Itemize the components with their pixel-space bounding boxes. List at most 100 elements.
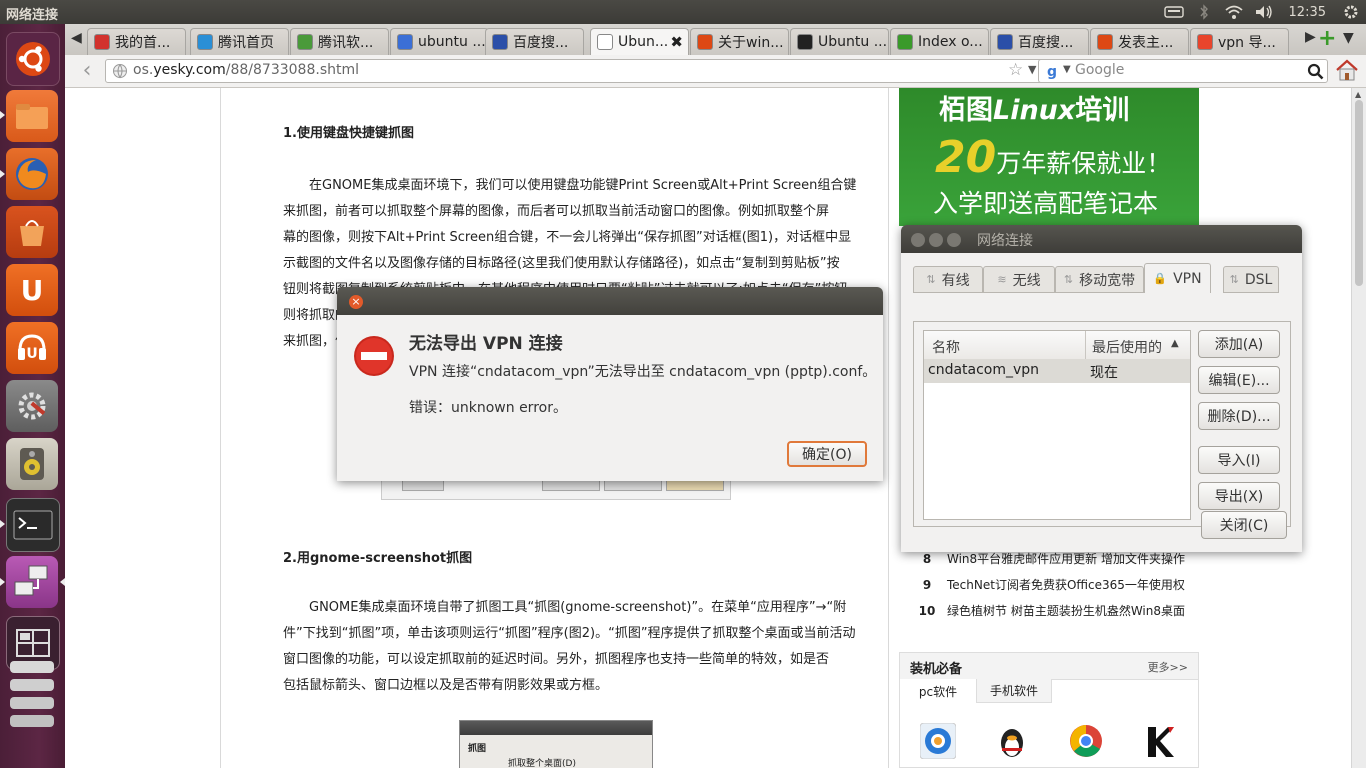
export-button[interactable]: 导出(X) — [1198, 482, 1280, 510]
tab-favicon-icon — [492, 34, 508, 50]
svg-text:U: U — [26, 346, 37, 362]
kaspersky-icon[interactable] — [1142, 723, 1178, 759]
google-search-engine-icon[interactable]: g — [1043, 62, 1061, 80]
page-scrollbar[interactable]: ▲ — [1351, 88, 1366, 768]
tab-wireless[interactable]: ≋ 无线 — [983, 266, 1055, 293]
keyboard-icon[interactable] — [1159, 0, 1189, 24]
import-button[interactable]: 导入(I) — [1198, 446, 1280, 474]
add-button[interactable]: 添加(A) — [1198, 330, 1280, 358]
power-gear-icon[interactable] — [1336, 0, 1366, 24]
tab-scroll-left-icon[interactable]: ◀ — [71, 30, 82, 46]
delete-button[interactable]: 删除(D)... — [1198, 402, 1280, 430]
column-header-last-used[interactable]: 最后使用的 — [1092, 337, 1162, 357]
close-dialog-icon[interactable]: × — [349, 295, 363, 309]
search-bar[interactable]: g ▼ Google — [1038, 59, 1328, 83]
minimize-window-icon[interactable] — [929, 233, 943, 247]
close-button[interactable]: 关闭(C) — [1201, 511, 1287, 539]
tab-list-chevron-down-icon[interactable]: ▼ — [1343, 30, 1354, 46]
tab-label: 发表主... — [1118, 35, 1174, 51]
url-text[interactable]: os.yesky.com/88/8733088.shtml — [133, 62, 359, 78]
browser-tab-bar: ◀ 我的首... 腾讯首页 腾讯软... ubuntu ... 百度搜... Ubun..… — [65, 24, 1366, 55]
maximize-window-icon[interactable] — [947, 233, 961, 247]
tab-12[interactable]: vpn 导... — [1190, 28, 1289, 55]
tab-4[interactable]: ubuntu ... — [390, 28, 489, 55]
bluetooth-icon[interactable] — [1189, 0, 1219, 24]
more-link[interactable]: 更多>> — [1148, 659, 1188, 675]
wifi-icon[interactable] — [1219, 0, 1249, 24]
ok-button[interactable]: 确定(O) — [787, 441, 867, 467]
software-center-icon[interactable] — [6, 206, 58, 258]
paragraph-line: 示截图的文件名以及图像存储的目标路径(这里我们使用默认存储路径)，如点击“复制到… — [283, 256, 840, 271]
panel-title: 装机必备 — [910, 662, 963, 677]
ranking-item[interactable]: 10 绿色植树节 树苗主题装扮生机盎然Win8桌面 — [907, 602, 1197, 619]
new-tab-plus-icon[interactable]: + — [1318, 26, 1336, 51]
ubuntu-one-music-icon[interactable]: U — [6, 322, 58, 374]
tab-pc-software[interactable]: pc软件 — [900, 679, 977, 703]
ubuntu-one-icon[interactable]: U — [6, 264, 58, 316]
advertisement-banner[interactable]: 栢图Linux培训 20万年薪保就业！ 入学即送高配笔记本 — [899, 88, 1199, 226]
tab-favicon-icon — [297, 34, 313, 50]
volume-icon[interactable] — [1249, 0, 1279, 24]
trash-stack-icon[interactable] — [6, 661, 58, 727]
tab-scroll-right-icon[interactable]: ▶ — [1305, 29, 1316, 45]
search-engine-chevron-down-icon[interactable]: ▼ — [1063, 64, 1071, 75]
clock[interactable]: 12:35 — [1279, 0, 1336, 24]
window-titlebar[interactable]: 网络连接 — [901, 225, 1302, 253]
terminal-icon[interactable] — [6, 498, 60, 552]
ranking-title[interactable]: 绿色植树节 树苗主题装扮生机盎然Win8桌面 — [947, 604, 1185, 618]
tab-favicon-icon — [897, 34, 913, 50]
bookmark-star-icon[interactable]: ☆ — [1008, 60, 1023, 80]
tab-dsl[interactable]: ⇅ DSL — [1223, 266, 1279, 293]
network-connections-icon[interactable] — [6, 556, 58, 608]
qq-penguin-icon[interactable] — [994, 723, 1030, 759]
ranking-item[interactable]: 8 Win8平台雅虎邮件应用更新 增加文件夹操作 — [907, 550, 1197, 567]
tab-favicon-icon — [1097, 34, 1113, 50]
dash-home-ubuntu-icon[interactable] — [6, 32, 60, 86]
connection-list[interactable]: 名称 最后使用的 ▲ cndatacom_vpn 现在 — [923, 330, 1191, 520]
lock-icon: 🔒 — [1153, 272, 1168, 285]
tab-9[interactable]: Index o... — [890, 28, 989, 55]
dialog-titlebar[interactable]: × — [337, 287, 883, 315]
close-tab-icon[interactable]: ✖ — [670, 33, 683, 51]
tab-label: 移动宽带 — [1079, 272, 1136, 289]
dialog-heading: 无法导出 VPN 连接 — [409, 334, 563, 354]
close-window-icon[interactable] — [911, 233, 925, 247]
back-arrow-icon[interactable]: ‹ — [75, 57, 99, 83]
column-header-name[interactable]: 名称 — [932, 337, 960, 357]
svg-text:g: g — [1047, 64, 1057, 80]
tab-vpn[interactable]: 🔒 VPN — [1144, 263, 1211, 293]
player-app-icon[interactable] — [920, 723, 956, 759]
paragraph-line: 在GNOME集成桌面环境下，我们可以使用键盘功能键Print Screen或Al… — [309, 178, 857, 193]
tab-7[interactable]: 关于win... — [690, 28, 789, 55]
tab-5[interactable]: 百度搜... — [485, 28, 584, 55]
ranking-item[interactable]: 9 TechNet订阅者免费获Office365一年使用权 — [907, 576, 1197, 593]
tab-1[interactable]: 我的首... — [87, 28, 186, 55]
tab-mobile-software[interactable]: 手机软件 — [977, 679, 1052, 703]
chrome-icon[interactable] — [1068, 723, 1104, 759]
scrollbar-thumb[interactable] — [1355, 100, 1363, 286]
ranking-title[interactable]: Win8平台雅虎邮件应用更新 增加文件夹操作 — [947, 552, 1185, 566]
home-page-icon[interactable] — [1334, 58, 1360, 82]
magnifier-search-icon[interactable] — [1307, 63, 1324, 80]
url-bar[interactable]: os.yesky.com/88/8733088.shtml ☆ ▼ — [105, 59, 1095, 83]
tab-11[interactable]: 发表主... — [1090, 28, 1189, 55]
tab-label: 腾讯软... — [318, 35, 374, 51]
tab-2[interactable]: 腾讯首页 — [190, 28, 289, 55]
scroll-up-icon[interactable]: ▲ — [1355, 90, 1361, 99]
tab-wired[interactable]: ⇅ 有线 — [913, 266, 983, 293]
tab-8[interactable]: Ubuntu ... — [790, 28, 889, 55]
tab-10[interactable]: 百度搜... — [990, 28, 1089, 55]
network-connections-window: 网络连接 ⇅ 有线 ≋ 无线 ⇅ 移动宽带 🔒 VPN ⇅ DSL 名称 最后使用的 ▲ cnda… — [901, 225, 1302, 552]
home-folder-icon[interactable] — [6, 90, 58, 142]
system-settings-icon[interactable] — [6, 380, 58, 432]
ranking-title[interactable]: TechNet订阅者免费获Office365一年使用权 — [947, 578, 1185, 592]
connection-row[interactable]: cndatacom_vpn 现在 — [924, 359, 1190, 383]
edit-button[interactable]: 编辑(E)... — [1198, 366, 1280, 394]
rhythmbox-speaker-icon[interactable] — [6, 438, 58, 490]
tab-6[interactable]: Ubun... ✖ — [590, 28, 689, 55]
tab-3[interactable]: 腾讯软... — [290, 28, 389, 55]
url-history-chevron-down-icon[interactable]: ▼ — [1028, 63, 1036, 76]
paragraph-line: 窗口图像的功能，可以设定抓取前的延迟时间。另外，抓图程序也支持一些简单的特效，如… — [283, 652, 830, 667]
firefox-icon[interactable] — [6, 148, 58, 200]
tab-mobile-broadband[interactable]: ⇅ 移动宽带 — [1055, 266, 1144, 293]
